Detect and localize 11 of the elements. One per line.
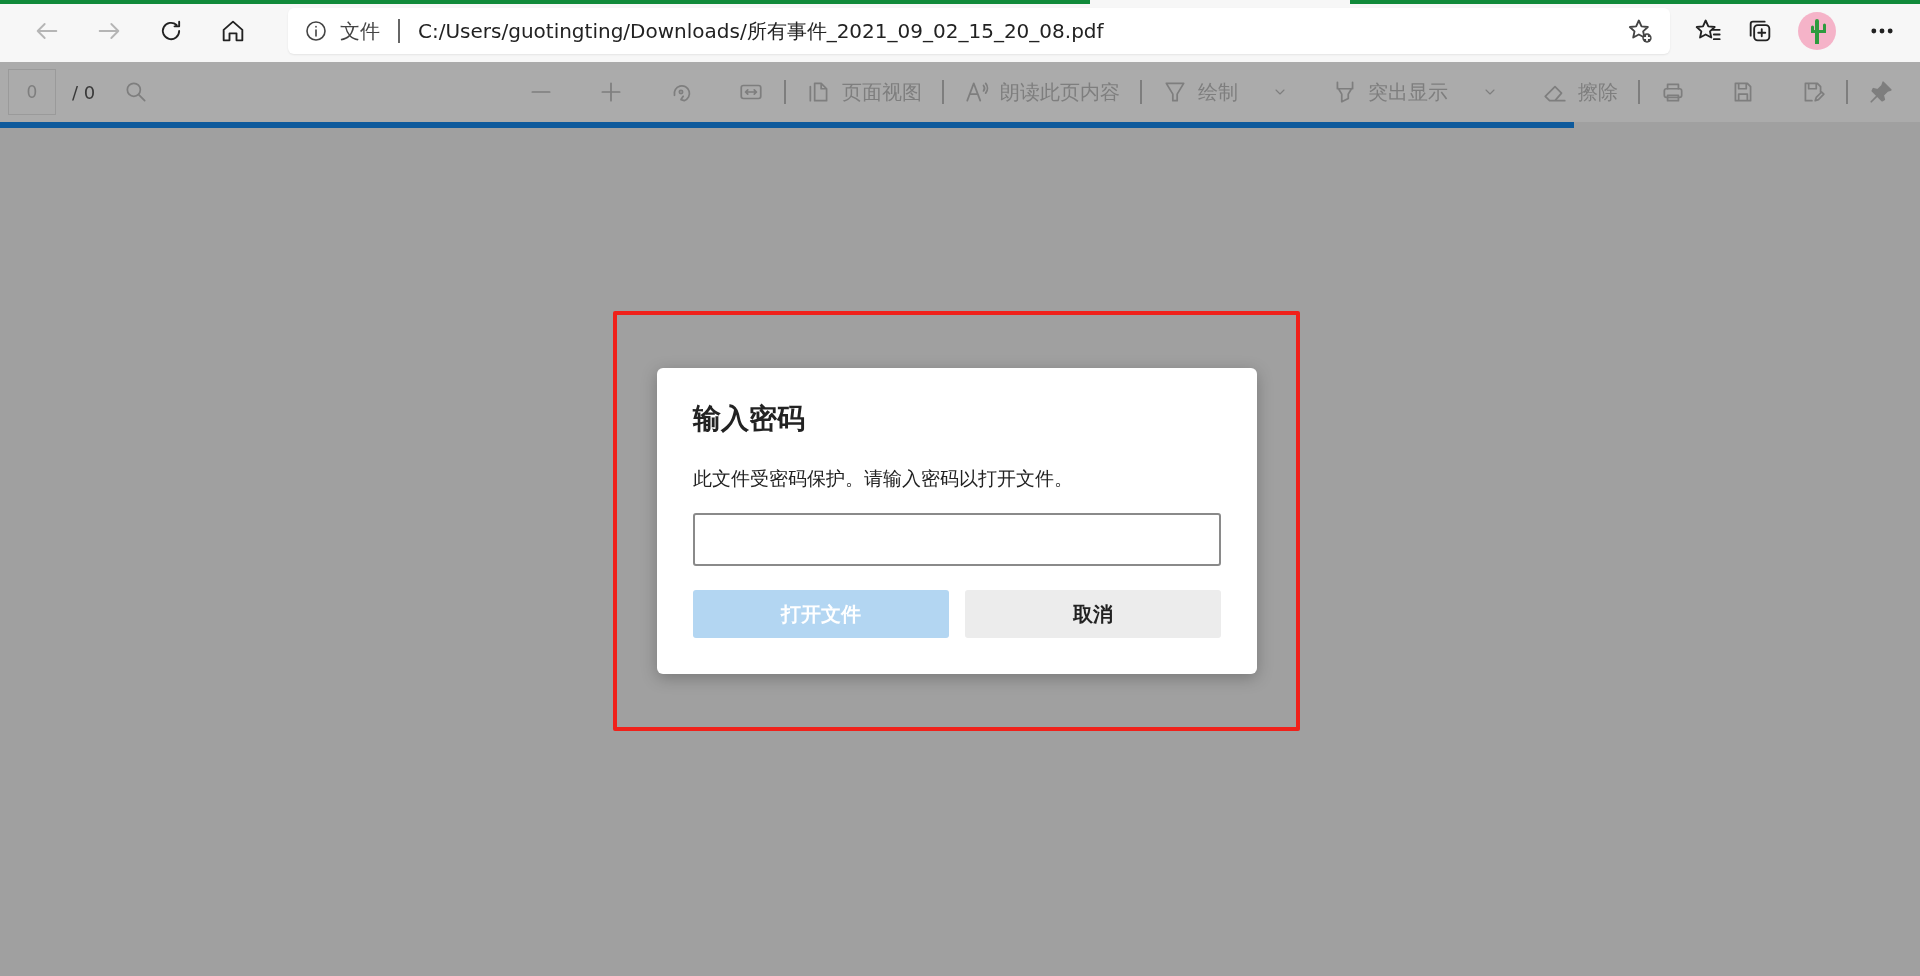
dialog-title: 输入密码 [692,402,806,437]
add-favorite-icon[interactable] [1626,17,1654,45]
password-field[interactable] [692,512,1221,566]
address-prefix: 文件 [340,18,380,45]
page-total: / 0 [72,80,96,105]
address-url[interactable]: C:/Users/guotingting/Downloads/所有事件_2021_09_02_15_20_08.pdf [418,16,1618,46]
profile-avatar[interactable] [1798,12,1836,50]
dialog-message: 此文件受密码保护。请输入密码以打开文件。 [692,466,1074,492]
pin-icon[interactable] [1868,79,1894,105]
info-icon[interactable] [304,19,328,43]
cancel-button[interactable]: 取消 [964,589,1221,638]
